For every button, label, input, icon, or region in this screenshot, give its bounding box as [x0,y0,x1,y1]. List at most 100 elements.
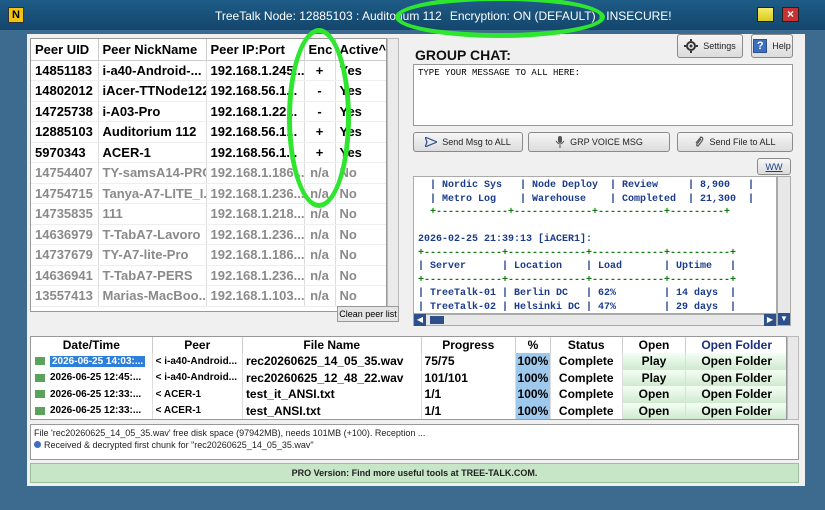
peer-uid-cell: 14735835 [31,203,99,225]
transfer-open-folder-button[interactable]: Open Folder [685,369,786,386]
transfer-filename-cell: rec20260625_12_48_22.wav [242,369,422,386]
send-msg-all-button[interactable]: Send Msg to ALL [413,132,523,152]
help-label: Help [772,41,791,51]
column-header[interactable]: Peer IP:Port [206,39,305,61]
transfer-datetime-text: 2026-06-25 12:33:... [50,405,142,417]
transfer-open-folder-button[interactable]: Open Folder [685,386,786,403]
peer-row[interactable]: 14636941 T-TabA7-PERS 192.168.1.236... n/a N… [31,265,386,286]
peer-ip-cell: 192.168.1.186... [206,244,305,266]
transfer-open-folder-button[interactable]: Open Folder [685,353,786,370]
peer-ip-cell: 192.168.1.218... [206,203,305,225]
transfer-progress-cell: 1/1 [421,402,516,419]
send-icon [425,137,438,147]
main-panel: Peer UID Peer NickName Peer IP:Port Enc … [27,34,805,486]
peer-active-cell: No [335,244,386,266]
column-header[interactable]: Peer NickName [98,39,207,61]
transfer-row[interactable]: 2026-06-25 14:03:... < i-a40-Android... re… [31,353,786,370]
transfer-open-button[interactable]: Open [622,402,687,419]
app-logo-icon: N [8,7,24,23]
peer-uid-cell: 5970343 [31,142,99,163]
transfer-open-button[interactable]: Play [622,369,687,386]
peer-table-scrollbar[interactable] [387,38,399,312]
peer-row[interactable]: 14735835 111 192.168.1.218... n/a No [31,203,386,225]
app-window: N TreeTalk Node: 12885103 : Auditorium 1… [0,0,825,510]
peer-enc-cell: n/a [304,265,336,286]
chat-log-line: 2026-02-25 21:39:13 [iACER1]: [418,234,593,245]
transfer-filename-cell: test_it_ANSI.txt [242,386,422,403]
transfer-open-folder-button[interactable]: Open Folder [685,402,786,419]
send-file-all-button[interactable]: Send File to ALL [677,132,793,152]
transfer-open-button[interactable]: Open [622,386,687,403]
peer-row[interactable]: 14737679 TY-A7-lite-Pro 192.168.1.186... n/… [31,244,386,266]
peer-nickname-cell: Marias-MacBoo... [98,285,207,307]
peer-uid-cell: 12885103 [31,121,99,143]
minimize-button[interactable] [757,7,774,22]
transfer-row[interactable]: 2026-06-25 12:33:... < ACER-1 test_it_ANSI… [31,386,786,403]
status-line: File 'rec20260625_14_05_35.wav' free dis… [34,428,426,438]
help-button[interactable]: ? Help [751,34,793,58]
download-icon [35,357,45,366]
chat-vertical-scrollbar[interactable]: ▼ [777,176,791,326]
column-header[interactable]: % [515,337,551,353]
peer-uid-cell: 14725738 [31,101,99,122]
transfer-table-header: Date/Time Peer File Name Progress % Stat… [31,337,786,353]
peer-active-cell: No [335,183,386,204]
chat-log[interactable]: | Nordic Sys | Node Deploy | Review | 8,… [413,176,777,314]
peer-uid-cell: 14802012 [31,80,99,102]
transfer-percent-cell: 100% [515,386,551,403]
transfer-datetime-text: 2026-06-25 12:33:... [50,388,142,400]
peer-row[interactable]: 14636979 T-TabA7-Lavoro 192.168.1.236... n/… [31,224,386,245]
group-chat-title: GROUP CHAT: [415,47,511,63]
transfer-filename-cell: test_ANSI.txt [242,402,422,419]
peer-active-cell: No [335,224,386,245]
peer-active-cell: No [335,203,386,225]
column-header[interactable]: File Name [242,337,422,353]
chat-message-input[interactable]: TYPE YOUR MESSAGE TO ALL HERE: [413,64,793,126]
column-header[interactable]: Open [622,337,687,353]
scroll-down-arrow-icon[interactable]: ▼ [778,313,790,325]
transfer-progress-cell: 101/101 [421,369,516,386]
ww-button[interactable]: WW [757,158,791,175]
transfer-progress-cell: 75/75 [421,353,516,370]
settings-button[interactable]: Settings [677,34,743,58]
peer-nickname-cell: ACER-1 [98,142,207,163]
chat-log-line: +-------------+-------------+-----------… [418,247,737,259]
scroll-left-arrow-icon[interactable]: ◀ [414,314,426,326]
peer-nickname-cell: T-TabA7-Lavoro [98,224,207,245]
column-header[interactable]: Open Folder [685,337,786,353]
peer-nickname-cell: i-a40-Android-... [98,60,207,81]
peer-enc-cell: n/a [304,224,336,245]
peer-uid-cell: 14754407 [31,162,99,184]
chat-log-line: | Metro Log | Warehouse | Completed | 21… [418,193,755,205]
transfer-row[interactable]: 2026-06-25 12:45:... < i-a40-Android... re… [31,369,786,386]
column-header[interactable]: Status [550,337,623,353]
scroll-thumb[interactable] [430,316,444,324]
column-header[interactable]: Peer UID [31,39,99,61]
group-voice-msg-button[interactable]: GRP VOICE MSG [528,132,670,152]
transfer-table-scrollbar[interactable] [787,336,799,420]
settings-label: Settings [703,41,736,51]
column-header[interactable]: Peer [152,337,243,353]
transfer-peer-cell: < ACER-1 [152,386,243,403]
close-button[interactable]: × [782,7,799,22]
chat-horizontal-scrollbar[interactable]: ◀ ▶ [413,314,777,326]
info-icon [34,441,41,448]
column-header[interactable]: Date/Time [31,337,153,353]
transfer-status-cell: Complete [550,369,623,386]
column-header[interactable]: Progress [421,337,516,353]
clean-peer-list-button[interactable]: Clean peer list [337,306,399,322]
transfer-table[interactable]: Date/Time Peer File Name Progress % Stat… [30,336,787,420]
send-msg-all-label: Send Msg to ALL [442,137,511,147]
chat-log-line: | Nordic Sys | Node Deploy | Review | 8,… [418,180,755,191]
peer-uid-cell: 14737679 [31,244,99,266]
transfer-open-button[interactable]: Play [622,353,687,370]
scroll-right-arrow-icon[interactable]: ▶ [764,314,776,326]
status-line-text: Received & decrypted first chunk for "re… [44,440,314,450]
peer-nickname-cell: iAcer-TTNode122 [98,80,207,102]
gear-icon [684,39,699,53]
pro-version-banner[interactable]: PRO Version: Find more useful tools at T… [30,463,799,483]
peer-row[interactable]: 13557413 Marias-MacBoo... 192.168.1.103...… [31,285,386,307]
transfer-row[interactable]: 2026-06-25 12:33:... < ACER-1 test_ANSI.tx… [31,402,786,419]
transfer-datetime-text: 2026-06-25 14:03:... [50,355,146,367]
peer-ip-cell: 192.168.1.236... [206,183,305,204]
